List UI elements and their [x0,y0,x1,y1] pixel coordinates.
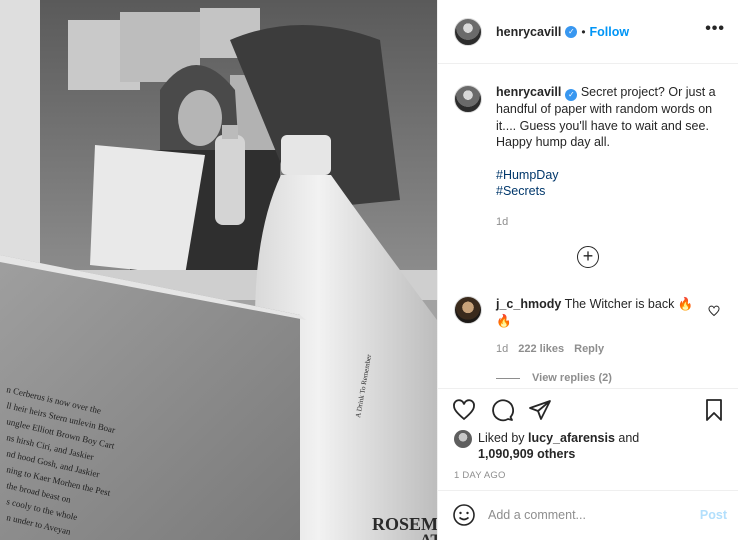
post-header: henrycavill ✓ • Follow ••• [438,0,738,64]
share-send-icon[interactable] [528,398,552,422]
comment-body: j_c_hmody The Witcher is back 🔥🔥 [496,296,696,329]
like-heart-icon[interactable] [452,398,476,422]
comment-likes[interactable]: 222 likes [518,343,564,355]
verified-badge-icon: ✓ [565,25,578,38]
action-bar [452,398,552,422]
post-timestamp[interactable]: 1 DAY AGO [454,470,506,481]
hashtag-secrets[interactable]: #Secrets [496,183,720,200]
divider [438,388,738,389]
caption-body: henrycavill ✓ Secret project? Or just a h… [496,84,720,230]
replies-line [496,377,520,379]
view-replies-button[interactable]: View replies (2) [496,372,612,384]
add-comment-bar: Post [452,503,727,527]
comment-meta: 1d 222 likes Reply [496,343,604,355]
liked-by-joiner: and [618,431,640,445]
liked-by-user[interactable]: lucy_afarensis [528,431,615,445]
liked-by-others[interactable]: 1,090,909 others [478,447,575,461]
load-more-comments-icon[interactable]: + [577,246,599,268]
comment: j_c_hmody The Witcher is back 🔥🔥 [454,296,724,329]
post-sidebar: henrycavill ✓ • Follow ••• henrycavill ✓ … [437,0,738,540]
separator-dot: • [581,24,586,39]
more-options-icon[interactable]: ••• [705,20,725,38]
save-bookmark[interactable] [702,398,726,425]
view-replies-label: View replies (2) [532,372,612,384]
post-button[interactable]: Post [700,508,727,522]
svg-text:ROSEMA: ROSEMA [372,514,437,534]
svg-text:ATE: ATE [420,532,437,540]
like-comment-heart-icon[interactable] [708,305,720,317]
liker-avatar[interactable] [454,430,472,448]
follow-button[interactable]: Follow [590,25,630,39]
hashtag-humpday[interactable]: #HumpDay [496,167,720,184]
comment-bubble-icon[interactable] [490,398,514,422]
avatar[interactable] [454,17,482,46]
liked-by-prefix: Liked by [478,431,525,445]
caption-username[interactable]: henrycavill [496,85,561,99]
bookmark-icon[interactable] [702,398,726,422]
post-image: n Cerberus is now over the ll heir heirs… [0,0,437,540]
caption: henrycavill ✓ Secret project? Or just a h… [454,84,724,230]
caption-time: 1d [496,215,509,228]
comment-avatar[interactable] [454,296,482,324]
comment-input[interactable] [488,508,688,522]
reply-button[interactable]: Reply [574,343,604,355]
liked-by-text: Liked by lucy_afarensis and 1,090,909 ot… [478,430,639,462]
header-username[interactable]: henrycavill [496,25,561,39]
caption-avatar[interactable] [454,85,482,113]
verified-badge-icon: ✓ [565,89,578,101]
comment-time: 1d [496,343,509,355]
divider [438,490,738,491]
post-photo[interactable]: n Cerberus is now over the ll heir heirs… [0,0,437,540]
comment-username[interactable]: j_c_hmody [496,297,561,311]
emoji-icon[interactable] [452,503,476,527]
hashtag-list: #HumpDay #Secrets [496,167,720,200]
liked-by: Liked by lucy_afarensis and 1,090,909 ot… [454,430,639,462]
